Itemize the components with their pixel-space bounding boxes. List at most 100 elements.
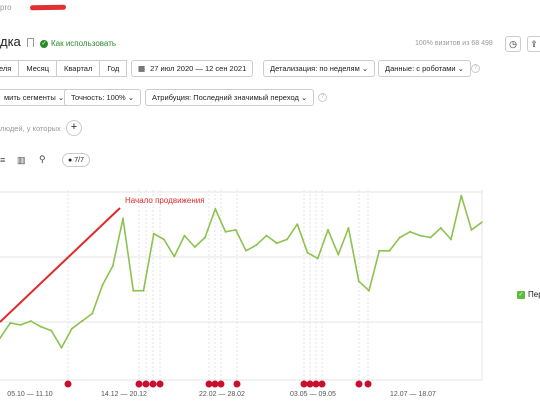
data-point[interactable] [378, 249, 381, 252]
data-point[interactable] [347, 227, 350, 229]
data-point[interactable] [439, 227, 442, 229]
data-point[interactable] [450, 238, 452, 241]
legend-item[interactable]: ✓ Пер [517, 290, 540, 299]
add-condition-button[interactable]: + [66, 120, 82, 136]
data-point[interactable] [29, 320, 32, 323]
how-to-use-link[interactable]: ✓ Как использовать [40, 39, 116, 48]
annotation-marker[interactable] [364, 380, 372, 388]
data-point[interactable] [357, 280, 360, 283]
data-point[interactable] [255, 244, 258, 247]
data-point[interactable] [368, 289, 370, 292]
data-point[interactable] [398, 236, 401, 239]
accuracy-dropdown[interactable]: Точность: 100% ⌄ [64, 89, 142, 106]
data-point[interactable] [204, 236, 206, 239]
data-point[interactable] [9, 322, 12, 324]
data-point[interactable] [480, 221, 483, 224]
accuracy-label: Точность: 100% [71, 93, 126, 102]
annotation-marker[interactable] [217, 380, 225, 388]
help-icon[interactable]: ? [471, 64, 480, 73]
data-point[interactable] [132, 289, 135, 292]
data-point[interactable] [70, 327, 73, 330]
comment-icon: ● [68, 156, 73, 164]
people-filter-text: людей, у которых [0, 124, 61, 133]
help-icon[interactable]: ? [318, 93, 327, 102]
data-point[interactable] [101, 284, 104, 286]
data-point[interactable] [337, 253, 340, 256]
map-pin-icon[interactable]: ⚲ [39, 154, 46, 165]
line-chart-icon[interactable]: ≡ [0, 155, 5, 165]
data-point[interactable] [50, 329, 53, 332]
data-point[interactable] [40, 325, 42, 328]
chevron-down-icon: ⌄ [361, 64, 369, 73]
period-week[interactable]: еля [0, 60, 20, 77]
calendar-icon: ▦ [138, 64, 146, 73]
detail-dropdown[interactable]: Детализация: по неделям ⌄ [263, 60, 376, 77]
data-point[interactable] [224, 230, 227, 233]
checkbox-icon: ✓ [517, 290, 525, 299]
annotation-marker[interactable] [64, 380, 72, 388]
data-point[interactable] [152, 232, 155, 235]
clock-icon[interactable]: ◷ [505, 36, 521, 52]
data-point[interactable] [286, 238, 288, 241]
help-circle-icon: ✓ [40, 39, 48, 48]
date-range-label: 27 июл 2020 — 12 сен 2021 [150, 64, 247, 73]
data-point[interactable] [142, 289, 145, 292]
data-point[interactable] [193, 246, 196, 248]
annotation-marker[interactable] [233, 380, 241, 388]
data-point[interactable] [296, 223, 299, 226]
data-point[interactable] [91, 312, 94, 315]
data-point[interactable] [234, 228, 237, 231]
data-point[interactable] [409, 230, 411, 233]
data-point[interactable] [460, 194, 463, 197]
annotation-marker[interactable] [211, 380, 219, 388]
annotation-marker[interactable] [355, 380, 363, 388]
data-point[interactable] [429, 236, 432, 239]
annotation-marker[interactable] [149, 380, 157, 388]
data-point[interactable] [388, 249, 391, 252]
annotation-marker[interactable] [306, 380, 314, 388]
data-point[interactable] [19, 323, 22, 326]
data-point[interactable] [173, 255, 176, 258]
data-point[interactable] [316, 257, 319, 260]
data-point[interactable] [163, 238, 165, 241]
annotation-marker[interactable] [156, 380, 164, 388]
annotation-marker[interactable] [135, 380, 143, 388]
data-point[interactable] [419, 234, 422, 237]
data-point[interactable] [183, 234, 186, 237]
annotation-marker[interactable] [142, 380, 150, 388]
data-point[interactable] [470, 228, 473, 231]
data-point[interactable] [275, 242, 278, 245]
series-count: 7/7 [74, 156, 84, 164]
series-selector[interactable]: ● 7/7 [62, 153, 90, 167]
annotation-marker[interactable] [205, 380, 213, 388]
data-point[interactable] [81, 320, 83, 323]
annotation-marker[interactable] [318, 380, 326, 388]
x-tick-label: 03.05 — 09.05 [290, 391, 336, 398]
data-point[interactable] [60, 346, 63, 349]
period-month[interactable]: Месяц [18, 60, 57, 77]
x-tick-label: 05.10 — 11.10 [7, 391, 53, 398]
attribution-dropdown[interactable]: Атрибуция: Последний значимый переход ⌄ [145, 89, 315, 106]
data-point[interactable] [111, 265, 114, 267]
segments-button[interactable]: мить сегменты ⌄ [0, 89, 72, 106]
page-title: дка [0, 34, 21, 49]
bookmark-icon[interactable] [27, 38, 34, 47]
period-year[interactable]: Год [99, 60, 128, 77]
series-line [0, 194, 483, 349]
data-robots-dropdown[interactable]: Данные: с роботами ⌄ [378, 60, 471, 77]
date-range-picker[interactable]: ▦ 27 июл 2020 — 12 сен 2021 [131, 60, 254, 77]
chevron-down-icon: ⌄ [127, 93, 135, 102]
annotation-marker[interactable] [312, 380, 320, 388]
data-point[interactable] [265, 234, 268, 237]
redaction-mark [29, 4, 67, 11]
bar-chart-icon[interactable]: ▥ [17, 155, 26, 166]
data-point[interactable] [122, 217, 124, 220]
data-robots-label: Данные: с роботами [385, 64, 456, 73]
period-quarter[interactable]: Квартал [56, 60, 101, 77]
export-icon[interactable]: ⇪ [527, 36, 540, 52]
data-point[interactable] [214, 208, 217, 210]
data-point[interactable] [306, 251, 309, 254]
annotation-marker[interactable] [300, 380, 308, 388]
data-point[interactable] [327, 228, 329, 231]
data-point[interactable] [245, 249, 247, 252]
